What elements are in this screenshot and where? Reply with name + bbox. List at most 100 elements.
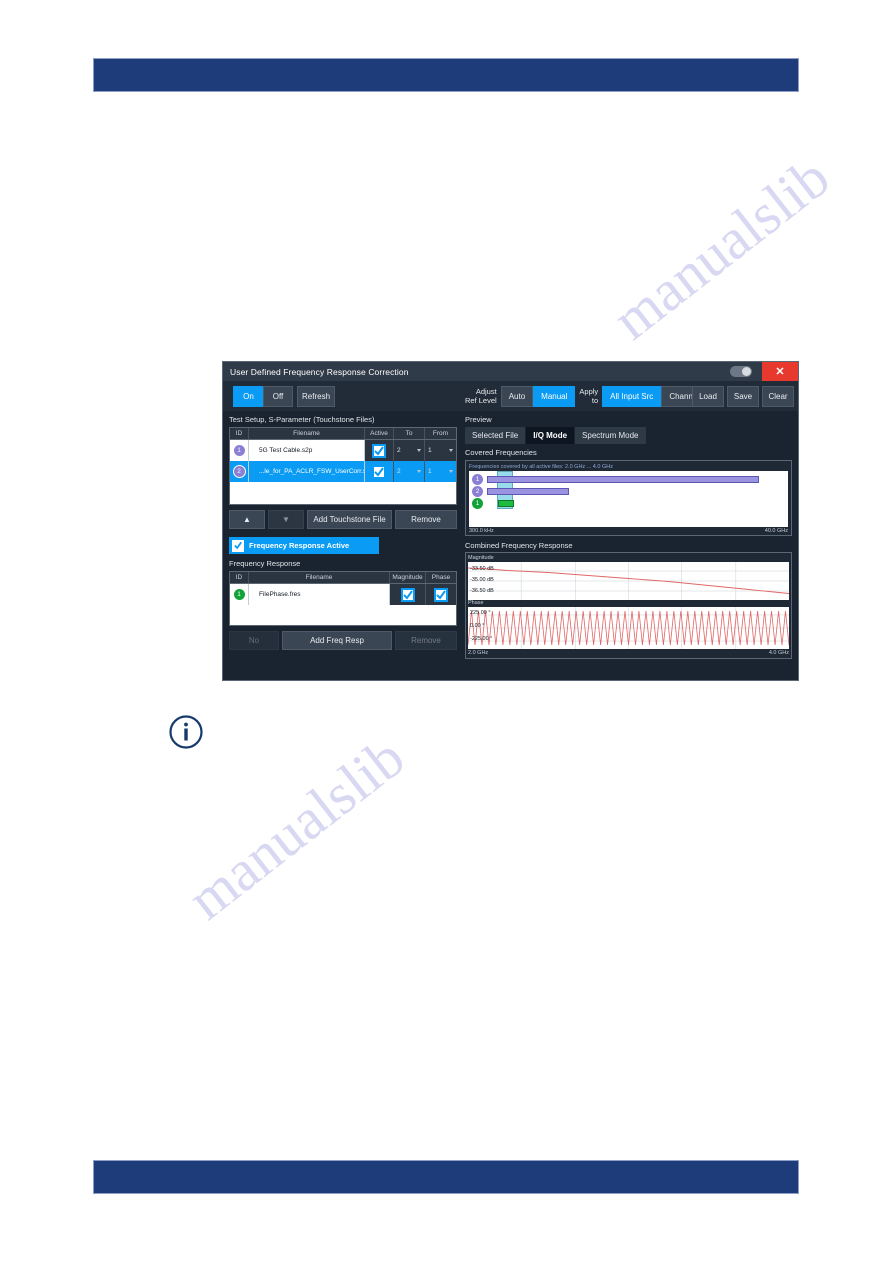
test-setup-label: Test Setup, S-Parameter (Touchstone File… <box>229 415 375 424</box>
column-from: From <box>432 430 449 437</box>
apply-to-label: Apply to <box>575 387 602 405</box>
row-filename[interactable]: 5G Test Cable.s2p <box>249 440 365 461</box>
close-button[interactable]: ✕ <box>762 362 798 381</box>
move-up-button[interactable]: ▲ <box>229 510 265 529</box>
correction-on-button[interactable]: On <box>233 385 263 407</box>
apply-to-line2: to <box>591 396 599 405</box>
watermark: manualslib <box>175 724 417 933</box>
dialog-titlebar: User Defined Frequency Response Correcti… <box>223 362 798 381</box>
chevron-down-icon <box>449 449 453 452</box>
frequency-response-correction-dialog: User Defined Frequency Response Correcti… <box>222 361 799 681</box>
phase-tick: 225.00 ° <box>470 610 491 616</box>
column-filename: Filename <box>249 572 390 583</box>
covered-frequencies-note: Frequencies covered by all active files:… <box>469 464 613 470</box>
frequency-response-active-toggle[interactable]: Frequency Response Active <box>229 537 379 554</box>
adjust-ref-level-line2: Ref Level <box>465 396 497 405</box>
add-touchstone-file-button[interactable]: Add Touchstone File <box>307 510 392 529</box>
row-active-cell[interactable] <box>365 440 394 461</box>
checkbox-checked-icon[interactable] <box>372 464 386 479</box>
save-button[interactable]: Save <box>727 385 759 407</box>
column-active: Active <box>365 428 394 439</box>
touchstone-table: ID Filename Active To From 1 5G Test Cab… <box>229 427 457 505</box>
row-active-cell[interactable] <box>365 461 394 482</box>
checkbox-checked-icon[interactable] <box>434 587 448 602</box>
magnitude-tick: -36.50 dB <box>470 588 494 594</box>
file-actions-group: Load Save Clear <box>692 385 794 407</box>
frequency-response-actions: No Add Freq Resp Remove <box>229 631 457 650</box>
coverage-bar <box>487 476 759 483</box>
row-to-select[interactable]: 2 <box>394 440 425 461</box>
row-magnitude-cell[interactable] <box>390 584 426 605</box>
row-from-select[interactable]: 1 <box>425 440 456 461</box>
row-id-cell: 1 <box>230 440 249 461</box>
chevron-down-icon <box>417 470 421 473</box>
column-filename: Filename <box>249 428 365 439</box>
magnitude-tick: -35.00 dB <box>470 577 494 583</box>
clear-button[interactable]: Clear <box>762 385 794 407</box>
adjust-ref-level-group: Adjust Ref Level Auto Manual Apply to Al… <box>461 385 708 407</box>
touchstone-actions: ▲ ▼ Add Touchstone File Remove <box>229 510 457 529</box>
axis-min-label: 2.0 GHz <box>468 650 489 656</box>
preview-tabs: Selected File I/Q Mode Spectrum Mode <box>465 427 792 444</box>
tab-selected-file[interactable]: Selected File <box>465 427 527 444</box>
coverage-bar <box>487 488 569 495</box>
coverage-bar <box>498 500 514 507</box>
frequency-response-disabled-button: No <box>229 631 279 650</box>
touchstone-table-body: 1 5G Test Cable.s2p 2 1 2 ...le_for_PA_A… <box>230 440 456 504</box>
row-from-value: 1 <box>428 447 432 454</box>
refresh-button[interactable]: Refresh <box>297 385 335 407</box>
remove-freq-resp-button[interactable]: Remove <box>395 631 457 650</box>
right-pane: Preview Selected File I/Q Mode Spectrum … <box>463 411 798 680</box>
axis-max-label: 40.0 GHz <box>764 528 788 534</box>
checkbox-checked-icon[interactable] <box>232 539 244 552</box>
table-row[interactable]: 1 5G Test Cable.s2p 2 1 <box>230 440 456 461</box>
column-magnitude: Magnitude <box>390 572 426 583</box>
table-row[interactable]: 1 FilePhase.fres <box>230 584 456 605</box>
column-id: ID <box>230 572 249 583</box>
row-from-select[interactable]: 1 <box>425 461 456 482</box>
checkbox-checked-icon[interactable] <box>372 443 386 458</box>
load-button[interactable]: Load <box>692 385 724 407</box>
covered-entry: 1 <box>471 497 514 510</box>
frequency-response-label: Frequency Response <box>229 559 301 568</box>
checkbox-checked-icon[interactable] <box>400 587 415 602</box>
row-to-value: 2 <box>397 468 401 475</box>
phase-tick: 0.00 ° <box>470 623 485 629</box>
help-toggle-switch[interactable] <box>730 366 752 377</box>
frequency-response-table-header: ID Filename Magnitude Phase <box>230 572 456 584</box>
ref-level-auto-button[interactable]: Auto <box>500 385 534 407</box>
combined-frequency-response-panel: Magnitude -33.50 dB -35.00 dB -36.50 dB <box>465 552 792 659</box>
row-filename[interactable]: ...le_for_PA_ACLR_FSW_UserCorr.s2p <box>249 461 365 482</box>
tab-spectrum-mode[interactable]: Spectrum Mode <box>575 427 647 444</box>
row-filename[interactable]: FilePhase.fres <box>249 584 390 605</box>
add-freq-resp-button[interactable]: Add Freq Resp <box>282 631 392 650</box>
tab-iq-mode[interactable]: I/Q Mode <box>526 427 576 444</box>
frequency-response-table-body: 1 FilePhase.fres <box>230 584 456 625</box>
table-empty-area <box>230 482 456 504</box>
axis-min-label: 300.0 kHz <box>469 528 494 534</box>
chevron-down-icon <box>417 449 421 452</box>
row-id-badge: 1 <box>232 444 246 457</box>
dialog-toolbar: On Off Refresh Adjust Ref Level Auto Man… <box>223 381 798 411</box>
remove-touchstone-button[interactable]: Remove <box>395 510 457 529</box>
correction-off-button[interactable]: Off <box>263 385 293 407</box>
titlebar-controls: ✕ <box>730 362 798 381</box>
move-down-button[interactable]: ▼ <box>268 510 304 529</box>
frequency-response-table: ID Filename Magnitude Phase 1 FilePhase.… <box>229 571 457 626</box>
column-phase: Phase <box>431 574 451 581</box>
combined-frequency-axis: 2.0 GHz 4.0 GHz <box>468 649 789 656</box>
table-row[interactable]: 2 ...le_for_PA_ACLR_FSW_UserCorr.s2p 2 1 <box>230 461 456 482</box>
row-phase-cell[interactable] <box>426 584 456 605</box>
dialog-body: Test Setup, S-Parameter (Touchstone File… <box>223 411 798 680</box>
row-to-select[interactable]: 2 <box>394 461 425 482</box>
document-header-bar <box>93 58 799 92</box>
row-id-cell: 1 <box>230 584 249 605</box>
document-footer-bar <box>93 1160 799 1194</box>
phase-tick: -225.00 ° <box>470 636 493 642</box>
ref-level-manual-button[interactable]: Manual <box>533 385 576 407</box>
apply-all-input-src-button[interactable]: All Input Src <box>602 385 662 407</box>
dialog-title: User Defined Frequency Response Correcti… <box>230 366 409 377</box>
row-id-badge: 1 <box>232 588 246 601</box>
combined-frequency-response-label: Combined Frequency Response <box>465 541 573 550</box>
row-id-badge: 1 <box>471 497 484 510</box>
